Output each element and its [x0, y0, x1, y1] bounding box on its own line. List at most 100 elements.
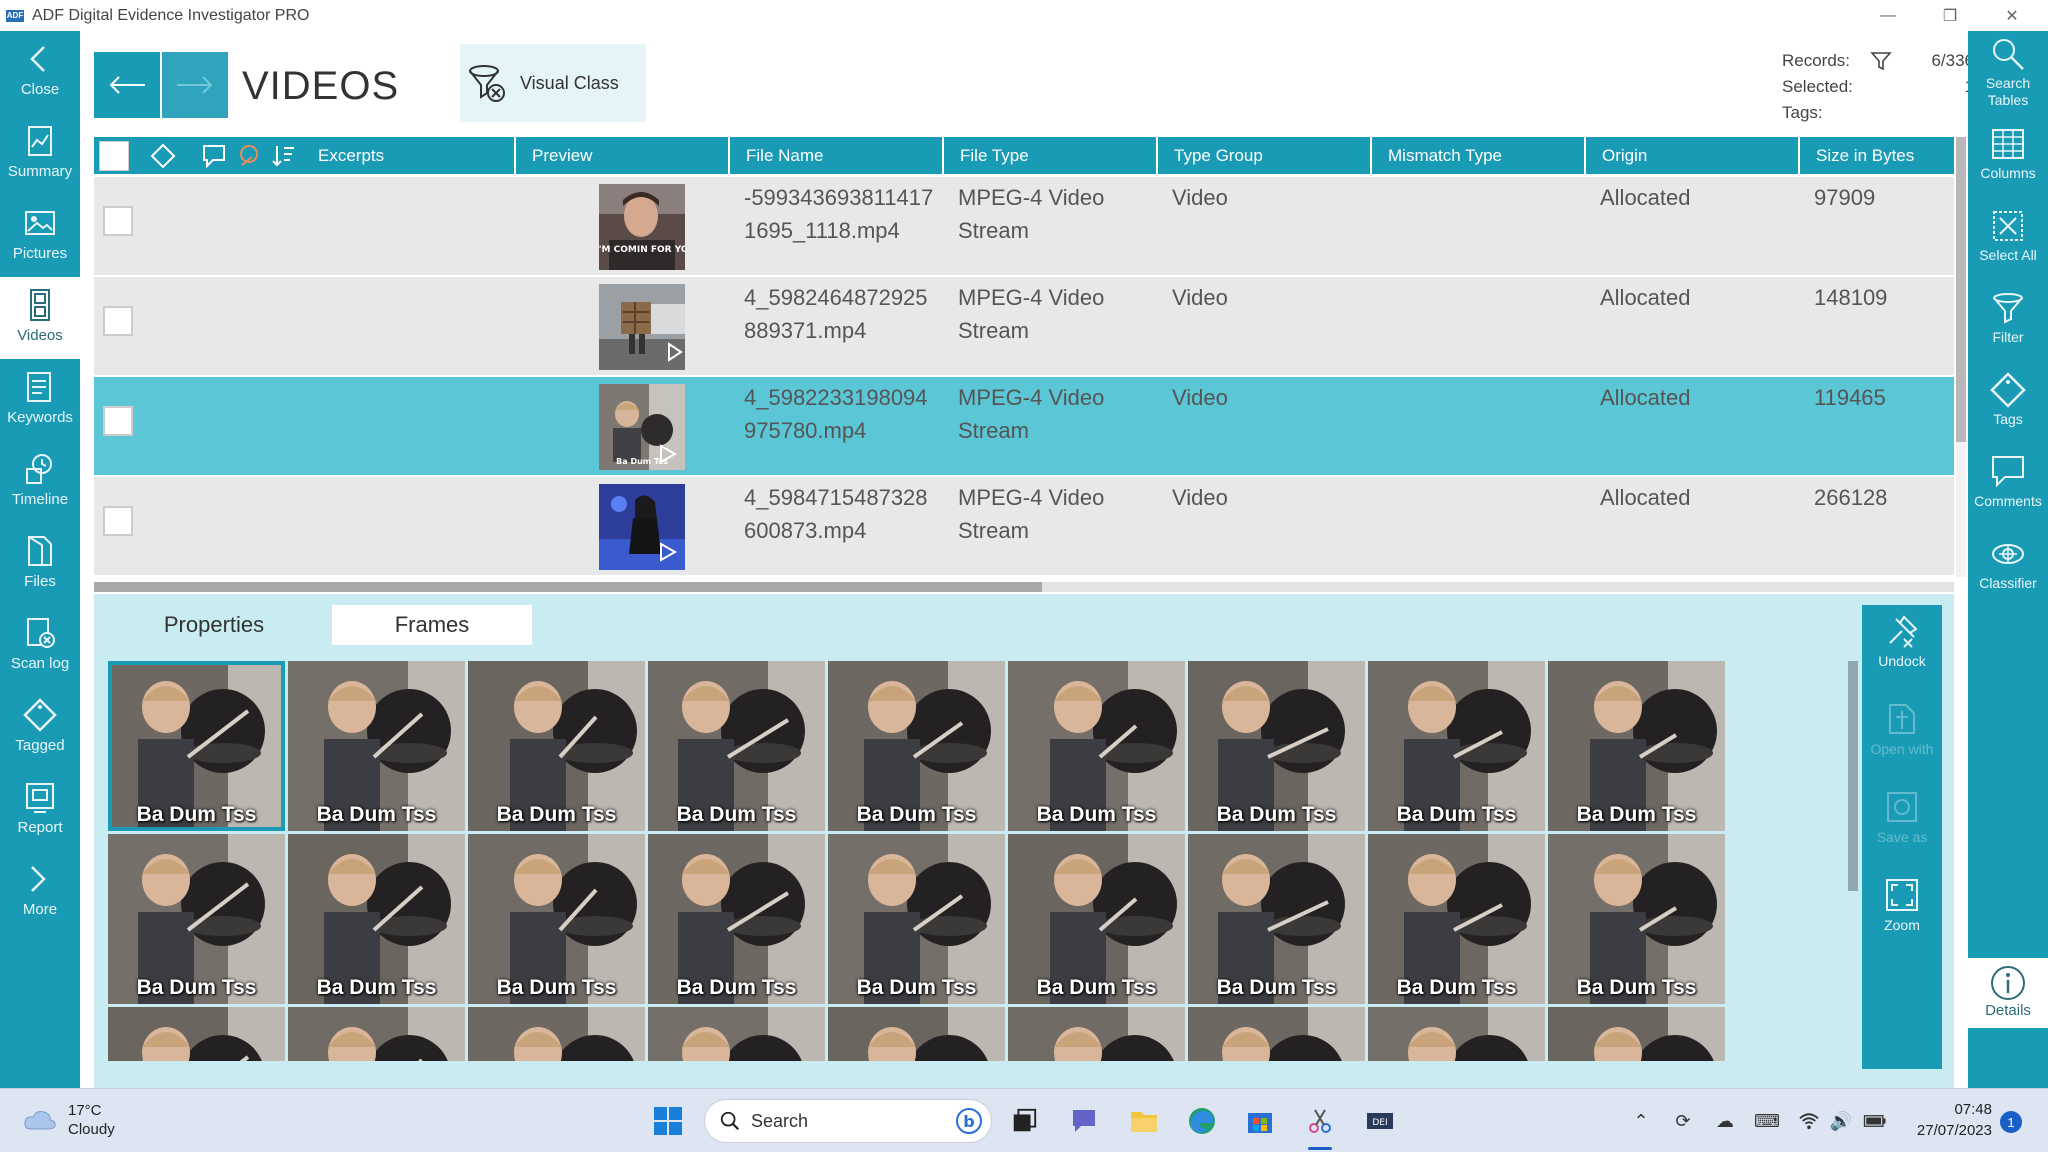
- video-frame[interactable]: [1188, 1007, 1365, 1061]
- save-as-button[interactable]: Save as: [1862, 781, 1942, 861]
- teams-chat-button[interactable]: [1066, 1103, 1102, 1139]
- video-thumbnail[interactable]: [599, 284, 685, 370]
- video-frame[interactable]: Ba Dum Tss: [108, 661, 285, 831]
- tab-properties[interactable]: Properties: [134, 605, 294, 645]
- video-frame[interactable]: [648, 1007, 825, 1061]
- weather-widget[interactable]: 17°C Cloudy: [22, 1101, 115, 1139]
- open-with-button[interactable]: Open with: [1862, 693, 1942, 773]
- back-button[interactable]: [94, 52, 160, 118]
- video-frame[interactable]: Ba Dum Tss: [108, 834, 285, 1004]
- file-explorer-button[interactable]: [1126, 1103, 1162, 1139]
- video-frame[interactable]: Ba Dum Tss: [1008, 834, 1185, 1004]
- column-type-group[interactable]: Type Group: [1160, 137, 1372, 174]
- video-frame[interactable]: Ba Dum Tss: [1548, 834, 1725, 1004]
- close-window-button[interactable]: ✕: [1982, 0, 2042, 31]
- row-checkbox[interactable]: [103, 406, 133, 436]
- video-frame[interactable]: Ba Dum Tss: [1548, 661, 1725, 831]
- maximize-button[interactable]: ❐: [1920, 0, 1980, 31]
- horizontal-scrollbar[interactable]: [94, 582, 1954, 592]
- video-frame[interactable]: [288, 1007, 465, 1061]
- snipping-tool-button[interactable]: [1302, 1103, 1338, 1139]
- row-checkbox[interactable]: [103, 506, 133, 536]
- sort-icon[interactable]: [268, 137, 298, 174]
- vertical-scrollbar[interactable]: [1956, 137, 1966, 577]
- video-frame[interactable]: [828, 1007, 1005, 1061]
- video-thumbnail[interactable]: [599, 484, 685, 570]
- adf-app-button[interactable]: DEI: [1362, 1103, 1398, 1139]
- forward-button[interactable]: [162, 52, 228, 118]
- nav-tagged[interactable]: Tagged: [0, 687, 80, 769]
- video-frame[interactable]: Ba Dum Tss: [1188, 834, 1365, 1004]
- nav-close[interactable]: Close: [0, 31, 80, 113]
- classifier-column-icon[interactable]: [236, 137, 266, 174]
- video-frame[interactable]: [108, 1007, 285, 1061]
- visual-class-button[interactable]: Visual Class: [460, 44, 646, 122]
- column-excerpts[interactable]: Excerpts: [304, 137, 516, 174]
- video-thumbnail[interactable]: I'M COMIN FOR YO: [599, 184, 685, 270]
- video-thumbnail[interactable]: Ba Dum Tss: [599, 384, 685, 470]
- sync-icon[interactable]: ⟳: [1670, 1109, 1696, 1133]
- columns-button[interactable]: Columns: [1968, 121, 2048, 203]
- video-frame[interactable]: Ba Dum Tss: [1368, 661, 1545, 831]
- video-frame[interactable]: Ba Dum Tss: [648, 834, 825, 1004]
- column-size[interactable]: Size in Bytes: [1802, 137, 1954, 174]
- volume-icon[interactable]: 🔊: [1828, 1109, 1854, 1133]
- filter-button[interactable]: Filter: [1968, 285, 2048, 367]
- video-frame[interactable]: Ba Dum Tss: [468, 661, 645, 831]
- table-row-selected[interactable]: Ba Dum Tss 4_5982233198094 975780.mp4 MPE…: [94, 377, 1954, 475]
- details-button[interactable]: Details: [1968, 958, 2048, 1028]
- clock[interactable]: 07:48 27/07/2023: [1900, 1099, 1992, 1141]
- column-file-name[interactable]: File Name: [732, 137, 944, 174]
- nav-pictures[interactable]: Pictures: [0, 195, 80, 277]
- nav-summary[interactable]: Summary: [0, 113, 80, 195]
- column-origin[interactable]: Origin: [1588, 137, 1800, 174]
- tab-frames[interactable]: Frames: [332, 605, 532, 645]
- video-frame[interactable]: Ba Dum Tss: [828, 661, 1005, 831]
- nav-timeline[interactable]: Timeline: [0, 441, 80, 523]
- frames-scrollbar[interactable]: [1848, 661, 1858, 891]
- video-frame[interactable]: Ba Dum Tss: [1368, 834, 1545, 1004]
- nav-more[interactable]: More: [0, 851, 80, 933]
- table-row[interactable]: 4_5984715487328 600873.mp4 MPEG-4 Video St…: [94, 477, 1954, 575]
- row-checkbox[interactable]: [103, 306, 133, 336]
- taskbar-search[interactable]: Search b: [704, 1099, 992, 1143]
- video-frame[interactable]: Ba Dum Tss: [288, 834, 465, 1004]
- row-checkbox[interactable]: [103, 206, 133, 236]
- nav-videos[interactable]: Videos: [0, 277, 80, 359]
- tags-button[interactable]: Tags: [1968, 367, 2048, 449]
- comment-column-icon[interactable]: [194, 137, 234, 174]
- tray-overflow-icon[interactable]: ⌃: [1628, 1109, 1654, 1133]
- store-button[interactable]: [1242, 1103, 1278, 1139]
- video-frame[interactable]: Ba Dum Tss: [468, 834, 645, 1004]
- column-file-type[interactable]: File Type: [946, 137, 1158, 174]
- video-frame[interactable]: [1548, 1007, 1725, 1061]
- video-frame[interactable]: Ba Dum Tss: [648, 661, 825, 831]
- edge-browser-button[interactable]: [1184, 1103, 1220, 1139]
- comments-button[interactable]: Comments: [1968, 449, 2048, 531]
- wifi-icon[interactable]: [1796, 1109, 1822, 1133]
- undock-button[interactable]: Undock: [1862, 605, 1942, 685]
- cloud-offline-icon[interactable]: ☁: [1712, 1109, 1738, 1133]
- classifier-button[interactable]: Classifier: [1968, 531, 2048, 613]
- video-frame[interactable]: [1008, 1007, 1185, 1061]
- select-all-checkbox[interactable]: [94, 137, 134, 174]
- video-frame[interactable]: Ba Dum Tss: [828, 834, 1005, 1004]
- video-frame[interactable]: Ba Dum Tss: [1008, 661, 1185, 831]
- task-view-button[interactable]: [1006, 1103, 1042, 1139]
- nav-files[interactable]: Files: [0, 523, 80, 605]
- nav-scan-log[interactable]: Scan log: [0, 605, 80, 687]
- nav-keywords[interactable]: Keywords: [0, 359, 80, 441]
- tag-column-icon[interactable]: [138, 137, 188, 174]
- nav-report[interactable]: Report: [0, 769, 80, 851]
- minimize-button[interactable]: —: [1858, 0, 1918, 31]
- column-preview[interactable]: Preview: [518, 137, 730, 174]
- video-frame[interactable]: Ba Dum Tss: [288, 661, 465, 831]
- start-button[interactable]: [650, 1103, 686, 1139]
- notification-badge[interactable]: 1: [2000, 1111, 2022, 1133]
- column-mismatch-type[interactable]: Mismatch Type: [1374, 137, 1586, 174]
- search-tables-button[interactable]: Search Tables: [1968, 31, 2048, 113]
- video-frame[interactable]: [468, 1007, 645, 1061]
- keyboard-icon[interactable]: ⌨: [1754, 1109, 1780, 1133]
- video-frame[interactable]: [1368, 1007, 1545, 1061]
- select-all-button[interactable]: Select All: [1968, 203, 2048, 285]
